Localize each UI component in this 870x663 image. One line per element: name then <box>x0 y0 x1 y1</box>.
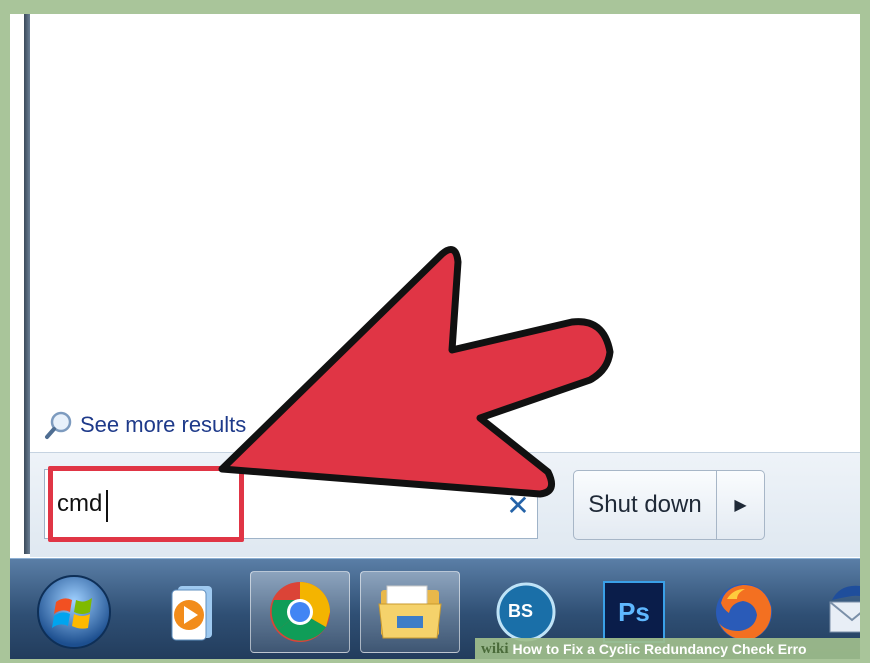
screenshot-frame: See more results ✕ Shut down ▶ <box>10 14 860 659</box>
photoshop-icon: Ps <box>603 581 665 643</box>
shut-down-button[interactable]: Shut down <box>573 470 717 540</box>
windows-orb-icon <box>37 575 111 649</box>
firefox-icon <box>716 584 772 640</box>
chrome-icon <box>270 582 330 642</box>
thunderbird-icon <box>829 585 860 633</box>
taskbar: BS Ps wiki How to Fix a Cyclic Redundanc <box>10 558 860 659</box>
folder-icon <box>378 585 442 639</box>
taskbar-windows-explorer[interactable] <box>360 571 460 653</box>
clear-search-icon[interactable]: ✕ <box>504 492 532 520</box>
wikihow-caption: wiki How to Fix a Cyclic Redundancy Chec… <box>475 638 860 659</box>
search-results-pane <box>30 14 860 452</box>
start-button[interactable] <box>24 571 124 653</box>
annotation-highlight-box <box>48 466 244 542</box>
shutdown-options-arrow-icon[interactable]: ▶ <box>717 470 765 540</box>
wiki-label: wiki <box>481 640 509 657</box>
photoshop-label: Ps <box>618 596 650 627</box>
magnifier-icon <box>45 411 72 439</box>
see-more-results-link[interactable]: See more results <box>44 410 246 440</box>
caption-title: How to Fix a Cyclic Redundancy Check Err… <box>512 641 807 657</box>
taskbar-media-player[interactable] <box>140 571 240 653</box>
media-player-icon <box>171 586 212 641</box>
taskbar-chrome[interactable] <box>250 571 350 653</box>
bs-player-label: BS <box>508 601 534 621</box>
see-more-results-label[interactable]: See more results <box>80 412 246 438</box>
shutdown-group: Shut down ▶ <box>573 470 765 540</box>
